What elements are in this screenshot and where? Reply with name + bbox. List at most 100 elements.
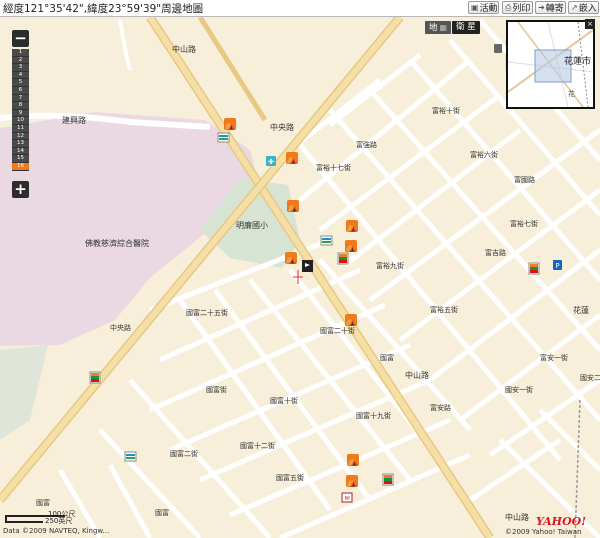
zoom-level[interactable]: 2 (12, 56, 29, 65)
satellite-mode-button[interactable]: 衛 星 (452, 21, 480, 34)
minimap-city-label: 花蓮市 (564, 55, 591, 67)
poi-marker[interactable]: ⛺ (345, 240, 357, 253)
poi-marker[interactable]: ⛺ (347, 454, 359, 467)
svg-text:✚: ✚ (268, 158, 274, 166)
zoom-level[interactable]: 4 (12, 71, 29, 80)
svg-text:⛺: ⛺ (287, 203, 298, 213)
zoom-level[interactable]: 10 (12, 117, 29, 125)
zoom-level[interactable]: 3 (12, 64, 29, 72)
data-attribution: Data ©2009 NAVTEQ, Kingw... (3, 527, 110, 535)
gas-station-icon[interactable] (494, 44, 502, 53)
embed-icon: ↗ (571, 3, 578, 12)
poi-marker[interactable]: ⛺ (345, 314, 357, 327)
road-label: 富裕十七街 (316, 163, 351, 172)
forward-button[interactable]: ➜ 轉寄 (535, 1, 566, 14)
activity-button[interactable]: ▣ 活動 (468, 1, 499, 14)
embed-button[interactable]: ↗ 嵌入 (568, 1, 599, 14)
road-label: 富裕九街 (376, 261, 404, 270)
zoom-levels: 1 2 3 4 5 6 7 8 9 10 11 12 13 14 15 16 (12, 49, 29, 171)
zoom-in-button[interactable]: + (12, 181, 29, 198)
overview-minimap[interactable]: 花蓮市 花 (506, 20, 595, 109)
poi-marker[interactable]: ⛺ (287, 200, 299, 213)
seven-eleven-icon[interactable] (528, 262, 540, 275)
seven-eleven-icon[interactable] (382, 473, 394, 486)
road-label: 國富街 (206, 385, 227, 394)
svg-text:⛺: ⛺ (345, 243, 356, 253)
location-flag-icon[interactable] (302, 260, 313, 272)
road-label: 富安一街 (540, 353, 568, 362)
forward-label: 轉寄 (545, 4, 564, 14)
svg-text:⛺: ⛺ (286, 155, 297, 165)
poi-marker[interactable]: ⛺ (224, 118, 236, 131)
road-label: 國富二街 (170, 449, 198, 458)
zoom-level[interactable]: 1 (12, 49, 29, 57)
road-label: 富國路 (514, 175, 535, 184)
svg-text:⛺: ⛺ (347, 457, 358, 467)
embed-label: 嵌入 (578, 4, 597, 14)
road-label-zhongyang: 中央路 (270, 122, 294, 132)
road-label: 富裕六街 (470, 150, 498, 159)
road-label: 富強路 (356, 140, 377, 149)
road-label: 國富二十五街 (186, 308, 228, 317)
zoom-level[interactable]: 15 (12, 155, 29, 163)
square-icon: ▣ (471, 3, 479, 12)
zoom-out-button[interactable]: − (12, 30, 29, 47)
title-bar: 經度121°35'42",緯度23°59'39"周邊地圖 ▣ 活動 ⎙ 列印 ➜ 轉寄… (0, 0, 600, 17)
poi-marker[interactable]: ⛺ (346, 220, 358, 233)
road-label-zhongshan-top: 中山路 (172, 44, 196, 54)
road-label: 富裕十街 (432, 106, 460, 115)
print-button[interactable]: ⎙ 列印 (502, 1, 533, 14)
minimap-close-button[interactable]: × (585, 19, 595, 29)
zoom-level[interactable]: 5 (12, 79, 29, 87)
poi-marker[interactable]: ⛺ (285, 252, 297, 265)
hospital-label: 佛教慈濟綜合醫院 (85, 238, 149, 248)
map-mode-label: 地 (429, 23, 438, 33)
family-mart-icon[interactable] (124, 451, 137, 462)
road-label: 國富十街 (270, 396, 298, 405)
map-mode-button[interactable]: 地 ▦ (425, 21, 452, 34)
zoom-level[interactable]: 9 (12, 109, 29, 118)
seven-eleven-icon[interactable] (89, 371, 101, 384)
forward-icon: ➜ (538, 3, 545, 12)
road-label-jianxing: 建興路 (62, 115, 86, 125)
road-label: 國富十二街 (240, 441, 275, 450)
zoom-level[interactable]: 7 (12, 94, 29, 103)
map-icon: ▦ (439, 23, 448, 32)
scale-lower-label: 250英尺 (45, 517, 73, 525)
svg-text:⛺: ⛺ (285, 255, 296, 265)
road-label: 國富 (380, 353, 394, 362)
pharmacy-icon[interactable]: ✚ (266, 156, 276, 166)
family-mart-icon[interactable] (217, 132, 230, 143)
road-label: 國富五街 (276, 473, 304, 482)
road-label: 富裕五街 (430, 305, 458, 314)
zoom-level-current[interactable]: 16 (12, 162, 29, 171)
zoom-level[interactable]: 6 (12, 86, 29, 95)
zoom-level[interactable]: 11 (12, 124, 29, 133)
map-type-switch: 地 ▦ 衛 星 (425, 21, 481, 34)
post-office-icon[interactable]: ✉ (341, 492, 353, 503)
poi-marker[interactable]: ⛺ (286, 152, 298, 165)
seven-eleven-icon[interactable] (337, 252, 349, 265)
parking-icon[interactable]: P (553, 260, 562, 270)
yahoo-logo[interactable]: YAHOO! (536, 515, 586, 528)
zoom-level[interactable]: 14 (12, 147, 29, 156)
scale-bar: 100公尺 250英尺 (3, 509, 123, 525)
road-label-zhongshan-mid: 中山路 (405, 370, 429, 380)
road-label: 國富二十街 (320, 326, 355, 335)
road-label-zhongshan-bottom: 中山路 (505, 512, 529, 522)
school-label: 明廉國小 (236, 220, 268, 230)
minimap-road-label: 花 (568, 89, 575, 98)
family-mart-icon[interactable] (320, 235, 333, 246)
road-label: 國富十九街 (356, 411, 391, 420)
road-label-zhongyang-lower: 中央路 (110, 323, 131, 332)
scale-line (5, 521, 43, 523)
road-label: 富吉路 (485, 248, 506, 257)
minimap-canvas[interactable]: 花蓮市 花 (508, 22, 593, 107)
svg-text:⛺: ⛺ (346, 223, 357, 233)
poi-marker[interactable]: ⛺ (346, 475, 358, 488)
road-label: 富裕七街 (510, 219, 538, 228)
zoom-level[interactable]: 12 (12, 132, 29, 141)
activity-label: 活動 (479, 4, 498, 14)
zoom-level[interactable]: 8 (12, 102, 29, 110)
zoom-level[interactable]: 13 (12, 140, 29, 148)
